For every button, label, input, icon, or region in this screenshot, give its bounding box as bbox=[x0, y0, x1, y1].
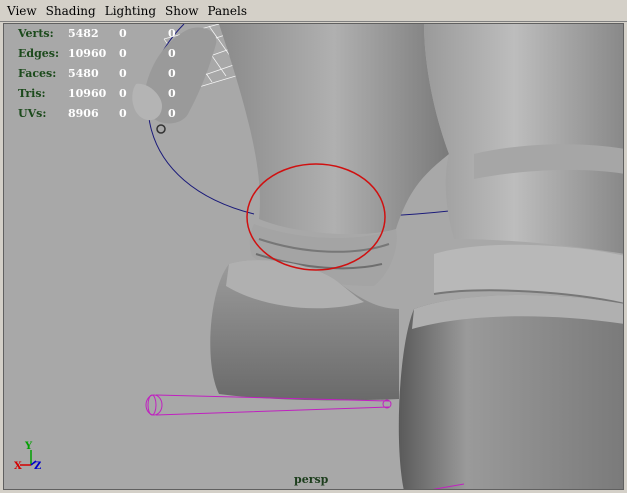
left-leg-mesh bbox=[219, 24, 449, 235]
hud-value: 0 bbox=[119, 27, 127, 40]
hud-value: 5482 bbox=[68, 27, 99, 40]
hud-label: Edges: bbox=[18, 47, 60, 60]
hud-label: Tris: bbox=[18, 87, 46, 100]
menu-shading[interactable]: Shading bbox=[46, 0, 96, 22]
hud-value: 8906 bbox=[68, 107, 99, 120]
hud-value: 10960 bbox=[68, 47, 107, 60]
hud-value: 0 bbox=[168, 87, 176, 100]
hud-label: UVs: bbox=[18, 107, 47, 120]
menu-panels[interactable]: Panels bbox=[207, 0, 247, 22]
axis-z-label: Z bbox=[34, 461, 42, 472]
hud-value: 5480 bbox=[68, 67, 99, 80]
viewport-menubar: View Shading Lighting Show Panels bbox=[0, 0, 627, 22]
camera-name: persp bbox=[294, 473, 329, 486]
axis-x-label: X bbox=[14, 461, 22, 472]
axis-y-label: Y bbox=[25, 441, 33, 452]
menu-show[interactable]: Show bbox=[165, 0, 198, 22]
hud-value: 0 bbox=[168, 47, 176, 60]
hud-value: 10960 bbox=[68, 87, 107, 100]
menu-lighting[interactable]: Lighting bbox=[105, 0, 156, 22]
right-leg-mesh bbox=[424, 24, 623, 254]
hud-label: Faces: bbox=[18, 67, 57, 80]
right-shoe-mesh bbox=[398, 294, 623, 489]
hud-value: 0 bbox=[119, 67, 127, 80]
hud-value: 0 bbox=[168, 107, 176, 120]
hud-value: 0 bbox=[168, 67, 176, 80]
hud-value: 0 bbox=[119, 87, 127, 100]
3d-viewport[interactable]: Verts: 5482 0 0 Edges: 10960 0 0 Faces: … bbox=[3, 23, 624, 490]
hud-value: 0 bbox=[119, 107, 127, 120]
axis-gizmo: Y X Z bbox=[12, 441, 52, 477]
menu-view[interactable]: View bbox=[7, 0, 37, 22]
hud-value: 0 bbox=[168, 27, 176, 40]
hud-value: 0 bbox=[119, 47, 127, 60]
hud-label: Verts: bbox=[18, 27, 54, 40]
